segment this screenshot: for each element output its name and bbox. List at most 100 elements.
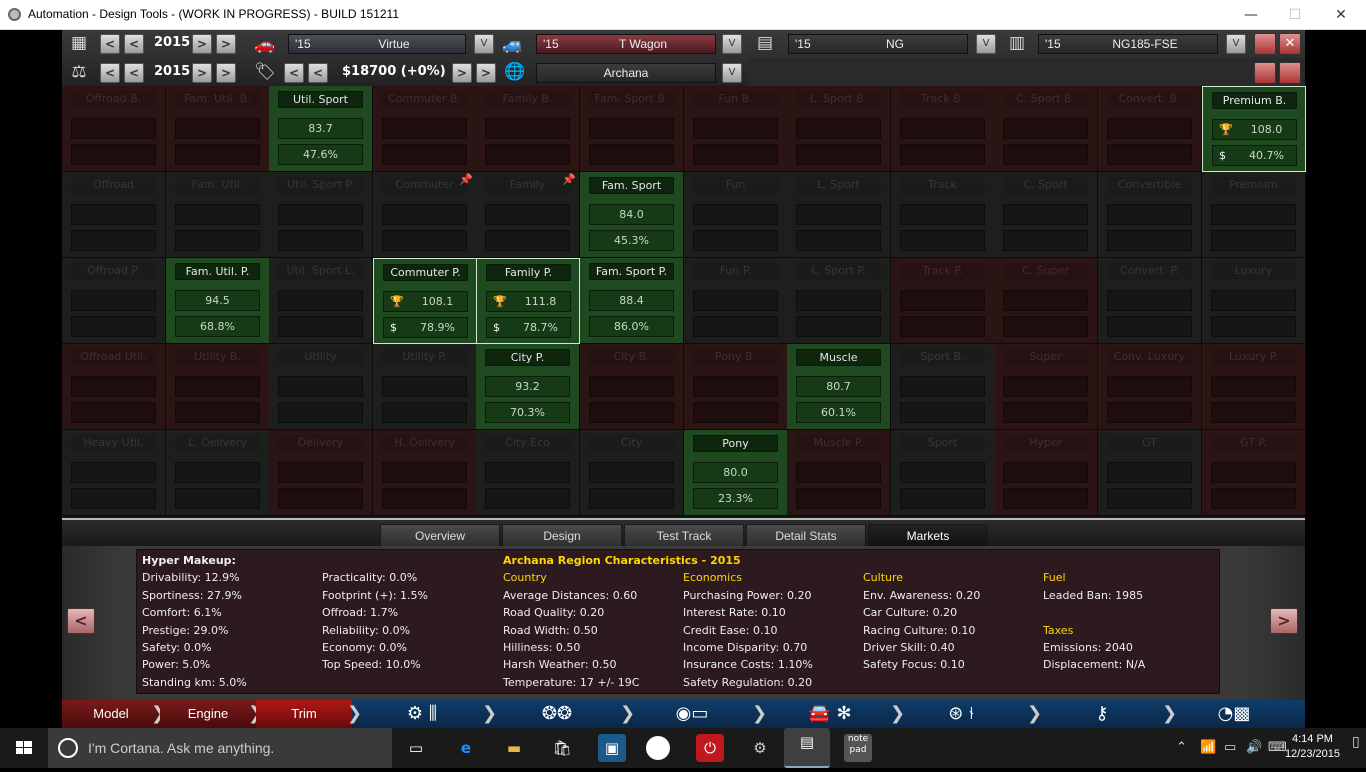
market-cell[interactable]: L. Delivery	[166, 430, 270, 516]
market-cell[interactable]: GT P.	[1202, 430, 1306, 516]
year-last-button[interactable]: >	[216, 34, 236, 54]
price-prev-button[interactable]: <	[308, 63, 328, 83]
close-button[interactable]: ✕	[1318, 0, 1364, 30]
wheels-icon[interactable]: ❂❂	[532, 702, 582, 726]
market-cell[interactable]: Convert. P.	[1098, 258, 1202, 344]
volume-icon[interactable]: 🔊	[1246, 740, 1262, 755]
market-cell[interactable]: Util. Sport L.	[269, 258, 373, 344]
market-cell[interactable]: Fam. Sport 84.0 45.3%	[580, 172, 684, 258]
edge-browser-icon[interactable]: e	[452, 734, 480, 762]
engine-family-dropdown-button[interactable]: V	[976, 34, 996, 54]
fixtures-icon[interactable]: ⚷	[1082, 702, 1122, 726]
engine-family-selector[interactable]: '15 NG	[788, 34, 968, 54]
pin-icon[interactable]: 📌	[459, 173, 473, 186]
list-view-icon[interactable]	[1279, 62, 1301, 84]
market-cell[interactable]: Convert. B.	[1098, 86, 1202, 172]
panel-next-button[interactable]: >	[1270, 608, 1298, 634]
save-icon[interactable]	[1254, 33, 1276, 55]
power-app-icon[interactable]: ⏻	[696, 734, 724, 762]
market-cell[interactable]: Family 📌	[476, 172, 580, 258]
year-next-button[interactable]: >	[192, 34, 212, 54]
cortana-search-box[interactable]: I'm Cortana. Ask me anything.	[48, 728, 392, 768]
tab-detail-stats[interactable]: Detail Stats	[746, 524, 866, 548]
market-cell[interactable]: Conv. Luxury	[1098, 344, 1202, 430]
interior-icon[interactable]: ⊛ ⫮	[936, 702, 986, 726]
minimize-button[interactable]: —	[1228, 0, 1274, 30]
market-cell[interactable]: Fam. Util. B.	[166, 86, 270, 172]
market-cell[interactable]: Fam. Util.	[166, 172, 270, 258]
market-cell[interactable]: Fun B.	[684, 86, 788, 172]
market-cell[interactable]: Util. Sport 83.7 47.6%	[269, 86, 373, 172]
region-dropdown-button[interactable]: V	[722, 63, 742, 83]
model-dropdown-button[interactable]: V	[474, 34, 494, 54]
market-cell[interactable]: City Eco	[476, 430, 580, 516]
gearbox-icon[interactable]: ⚙ ⫼	[392, 702, 452, 726]
chrome-icon[interactable]	[646, 736, 670, 760]
task-view-icon[interactable]: ▭	[402, 734, 430, 762]
windows-start-button[interactable]	[0, 728, 48, 768]
model-selector[interactable]: '15 Virtue	[288, 34, 466, 54]
year2-last-button[interactable]: >	[216, 63, 236, 83]
tab-markets[interactable]: Markets	[868, 524, 988, 548]
market-cell[interactable]: C. Sport B.	[994, 86, 1098, 172]
maximize-button[interactable]: ☐	[1272, 0, 1318, 30]
market-cell[interactable]: Track P.	[891, 258, 995, 344]
market-cell[interactable]: Super	[994, 344, 1098, 430]
market-cell[interactable]: C. Super	[994, 258, 1098, 344]
market-cell[interactable]: Convertible	[1098, 172, 1202, 258]
trim-selector[interactable]: '15 T Wagon	[536, 34, 716, 54]
market-cell[interactable]: Utility	[269, 344, 373, 430]
market-cell[interactable]: City P. 93.2 70.3%	[476, 344, 580, 430]
market-cell[interactable]: Fam. Sport P. 88.4 86.0%	[580, 258, 684, 344]
scales-icon[interactable]: ⚖	[68, 61, 90, 83]
nav-model-button[interactable]: Model	[62, 700, 160, 728]
market-cell[interactable]: C. Sport	[994, 172, 1098, 258]
engine-variant-dropdown-button[interactable]: V	[1226, 34, 1246, 54]
keyboard-icon[interactable]: ⌨	[1268, 740, 1287, 755]
market-cell[interactable]: Pony 80.0 23.3%	[684, 430, 788, 516]
market-cell[interactable]: Muscle 80.7 60.1%	[787, 344, 891, 430]
year2-first-button[interactable]: <	[100, 63, 120, 83]
suspension-icon[interactable]: ◉▭	[662, 702, 722, 726]
store-icon[interactable]: 🛍	[548, 734, 576, 762]
aero-icon[interactable]: 🚘 ✻	[780, 702, 880, 726]
tab-test-track[interactable]: Test Track	[624, 524, 744, 548]
market-cell[interactable]: Utility B.	[166, 344, 270, 430]
tab-overview[interactable]: Overview	[380, 524, 500, 548]
market-cell[interactable]: Commuter B.	[373, 86, 477, 172]
market-cell[interactable]: Offroad B.	[62, 86, 166, 172]
market-cell[interactable]: Sport	[891, 430, 995, 516]
market-cell[interactable]: Muscle P.	[787, 430, 891, 516]
market-cell[interactable]: Pony B.	[684, 344, 788, 430]
market-cell[interactable]: Fun P.	[684, 258, 788, 344]
notifications-icon[interactable]: ▯	[1352, 734, 1360, 750]
market-cell[interactable]: Track	[891, 172, 995, 258]
nav-trim-button[interactable]: Trim	[256, 700, 352, 728]
market-cell[interactable]: L. Sport P.	[787, 258, 891, 344]
market-cell[interactable]: Delivery	[269, 430, 373, 516]
market-cell[interactable]: Fun	[684, 172, 788, 258]
market-cell[interactable]: Fam. Sport B.	[580, 86, 684, 172]
market-cell[interactable]: City	[580, 430, 684, 516]
engine-variant-selector[interactable]: '15 NG185-FSE	[1038, 34, 1218, 54]
market-cell[interactable]: Track B.	[891, 86, 995, 172]
market-cell[interactable]: L. Sport	[787, 172, 891, 258]
automation-game-taskbar-icon[interactable]: ▤	[784, 728, 830, 768]
market-cell[interactable]: Luxury P.	[1202, 344, 1306, 430]
test-drive-icon[interactable]: ◔▩	[1212, 702, 1256, 726]
year2-next-button[interactable]: >	[192, 63, 212, 83]
market-cell[interactable]: Offroad	[62, 172, 166, 258]
calendar-icon[interactable]: ▦	[68, 32, 90, 54]
market-cell[interactable]: Heavy Util.	[62, 430, 166, 516]
app-blue-icon[interactable]: ▣	[598, 734, 626, 762]
tray-chevron-icon[interactable]: ⌃	[1176, 740, 1187, 755]
market-cell[interactable]: Utility P.	[373, 344, 477, 430]
market-cell[interactable]: Fam. Util. P. 94.5 68.8%	[166, 258, 270, 344]
steam-icon[interactable]: ⚙	[746, 734, 774, 762]
region-selector[interactable]: Archana	[536, 63, 716, 83]
clock[interactable]: 4:14 PM 12/23/2015	[1285, 732, 1340, 762]
market-cell[interactable]: Premium	[1202, 172, 1306, 258]
market-cell[interactable]: Util. Sport P.	[269, 172, 373, 258]
market-cell[interactable]: Commuter 📌	[373, 172, 477, 258]
trim-dropdown-button[interactable]: V	[722, 34, 742, 54]
